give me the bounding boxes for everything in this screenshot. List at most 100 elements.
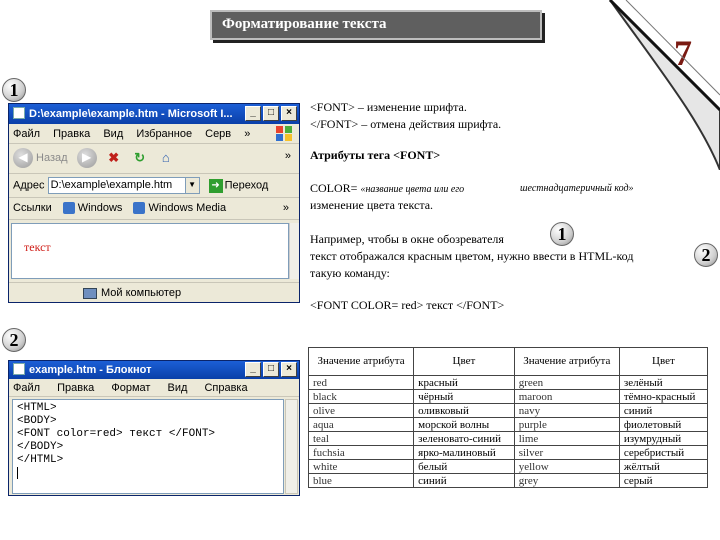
- notepad-editor[interactable]: <HTML> <BODY> <FONT color=red> текст </FON…: [12, 399, 284, 494]
- status-bar: Мой компьютер: [9, 282, 299, 302]
- minimize-button[interactable]: _: [245, 362, 261, 377]
- cell: green: [513, 375, 620, 390]
- address-bar: Адрес D:\example\example.htm ▼ ➜ Переход: [9, 174, 299, 198]
- address-value: D:\example\example.htm: [50, 179, 173, 191]
- table-row: olive оливковый navy синий: [307, 403, 709, 418]
- notepad-window: example.htm - Блокнот _ □ × Файл Правка …: [8, 360, 300, 496]
- table-row: fuchsia ярко-малиновый silver серебристый: [307, 445, 709, 460]
- header-attr-value-2: Значение атрибута: [513, 347, 620, 376]
- code-line: <BODY>: [17, 415, 57, 427]
- forward-arrow-icon[interactable]: ▶: [76, 148, 97, 168]
- browser-menubar: Файл Правка Вид Избранное Серв »: [9, 124, 299, 144]
- back-label[interactable]: Назад: [36, 152, 68, 164]
- go-arrow-icon[interactable]: ➜: [208, 178, 223, 193]
- browser-scrollbar[interactable]: [289, 223, 299, 279]
- cell: оливковый: [413, 403, 515, 418]
- ie-icon: [13, 107, 25, 119]
- cell: fuchsia: [307, 445, 415, 460]
- cell: изумрудный: [618, 431, 709, 446]
- cell: серебристый: [618, 445, 709, 460]
- link-page-icon: [62, 202, 75, 215]
- cell: grey: [513, 473, 620, 488]
- rendered-red-text: текст: [24, 240, 51, 254]
- links-more[interactable]: »: [283, 202, 289, 214]
- notepad-menu-help[interactable]: Справка: [204, 382, 247, 394]
- menu-more[interactable]: »: [244, 128, 250, 140]
- close-button[interactable]: ×: [281, 362, 297, 377]
- menu-view[interactable]: Вид: [103, 128, 123, 140]
- menu-tools[interactable]: Серв: [205, 128, 231, 140]
- marker-2-inline: 2: [694, 243, 718, 267]
- browser-titlebar: D:\example\example.htm - Microsoft I... …: [9, 104, 299, 124]
- cell: серый: [618, 473, 709, 488]
- address-label: Адрес: [13, 179, 45, 192]
- back-arrow-icon[interactable]: ◀: [13, 148, 33, 168]
- address-input[interactable]: D:\example\example.htm ▼: [47, 177, 200, 194]
- code-line: </BODY>: [17, 441, 64, 453]
- cell: белый: [413, 459, 515, 474]
- cell: ярко-малиновый: [413, 445, 515, 460]
- cell: olive: [307, 403, 415, 418]
- cell: зеленовато-синий: [413, 431, 515, 446]
- notepad-menu-view[interactable]: Вид: [167, 382, 187, 394]
- maximize-button[interactable]: □: [263, 362, 279, 377]
- menu-edit[interactable]: Правка: [53, 128, 90, 140]
- cell: white: [307, 459, 415, 474]
- slide-title: Форматирование текста: [210, 10, 542, 40]
- link-page-icon: [133, 202, 146, 215]
- links-label: Ссылки: [13, 202, 52, 214]
- notepad-menu-edit[interactable]: Правка: [57, 382, 94, 394]
- notepad-menu-file[interactable]: Файл: [13, 382, 40, 394]
- table-row: aqua морской волны purple фиолетовый: [307, 417, 709, 432]
- browser-content: текст: [11, 223, 289, 279]
- cell: чёрный: [413, 389, 515, 404]
- close-button[interactable]: ×: [281, 106, 297, 121]
- status-text: Мой компьютер: [101, 287, 182, 299]
- stop-icon[interactable]: ✖: [105, 149, 123, 167]
- menu-file[interactable]: Файл: [13, 128, 40, 140]
- cell: maroon: [513, 389, 620, 404]
- cell: navy: [513, 403, 620, 418]
- refresh-icon[interactable]: ↻: [131, 149, 149, 167]
- cell: blue: [307, 473, 415, 488]
- link-windows-media[interactable]: Windows Media: [148, 202, 226, 214]
- example-line-3: такую команду:: [310, 266, 390, 280]
- header-color-1: Цвет: [413, 347, 515, 376]
- link-windows[interactable]: Windows: [78, 202, 123, 214]
- attrs-heading: Атрибуты тега <FONT>: [310, 148, 441, 162]
- color-hint-2: шестнадцатеричный код»: [520, 183, 634, 194]
- browser-toolbar: ◀ Назад ▶ ✖ ↻ ⌂ »: [9, 144, 299, 174]
- color-desc: изменение цвета текста.: [310, 198, 434, 212]
- cell: фиолетовый: [618, 417, 709, 432]
- table-row: teal зеленовато-синий lime изумрудный: [307, 431, 709, 446]
- notepad-menubar: Файл Правка Формат Вид Справка: [9, 379, 299, 397]
- browser-title: D:\example\example.htm - Microsoft I...: [29, 108, 233, 120]
- cell: жёлтый: [618, 459, 709, 474]
- cell: синий: [618, 403, 709, 418]
- cell: purple: [513, 417, 620, 432]
- minimize-button[interactable]: _: [245, 106, 261, 121]
- chevron-down-icon[interactable]: ▼: [184, 178, 199, 193]
- marker-2: 2: [2, 328, 26, 352]
- notepad-scrollbar[interactable]: [285, 399, 298, 494]
- cell: красный: [413, 375, 515, 390]
- browser-window: D:\example\example.htm - Microsoft I... …: [8, 103, 300, 303]
- home-icon[interactable]: ⌂: [157, 149, 175, 167]
- cell: yellow: [513, 459, 620, 474]
- cell: silver: [513, 445, 620, 460]
- toolbar-more[interactable]: »: [285, 150, 291, 162]
- my-computer-icon: [83, 287, 97, 299]
- notepad-menu-format[interactable]: Формат: [111, 382, 150, 394]
- maximize-button[interactable]: □: [263, 106, 279, 121]
- code-line: <FONT color=red> текст </FONT>: [17, 428, 216, 440]
- menu-favorites[interactable]: Избранное: [136, 128, 192, 140]
- header-color-2: Цвет: [618, 347, 709, 376]
- links-bar: Ссылки Windows Windows Media »: [9, 198, 299, 220]
- color-table: Значение атрибута Цвет Значение атрибута…: [307, 347, 709, 488]
- code-line: </HTML>: [17, 454, 64, 466]
- table-row: blue синий grey серый: [307, 473, 709, 488]
- cell: тёмно-красный: [618, 389, 709, 404]
- go-button[interactable]: Переход: [225, 179, 269, 191]
- notepad-title: example.htm - Блокнот: [29, 364, 152, 376]
- cell: синий: [413, 473, 515, 488]
